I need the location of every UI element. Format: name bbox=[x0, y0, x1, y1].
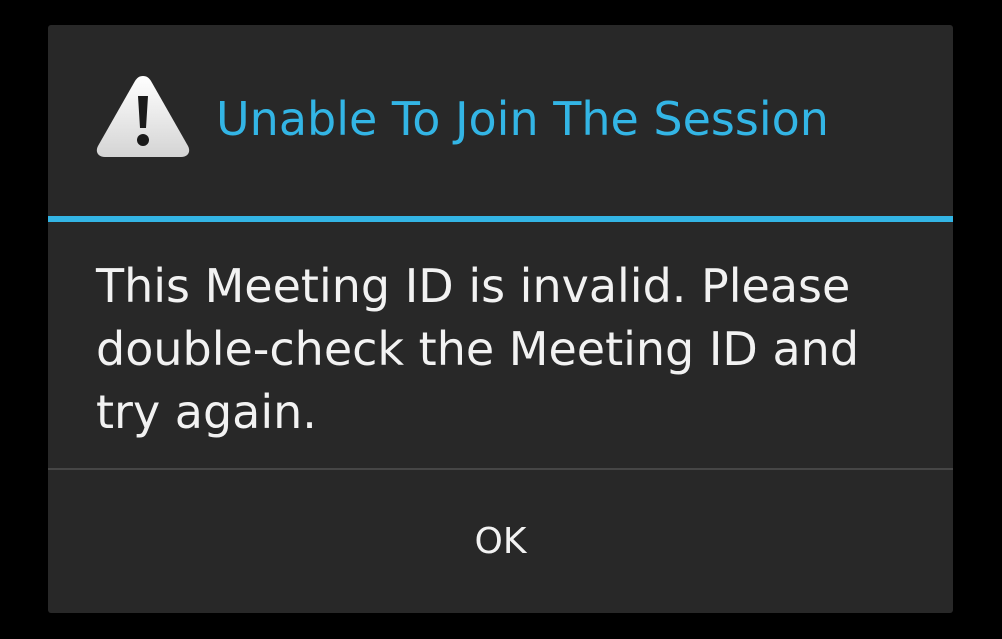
title-divider bbox=[48, 216, 953, 222]
dialog-message: This Meeting ID is invalid. Please doubl… bbox=[96, 259, 860, 439]
dialog-title: Unable To Join The Session bbox=[216, 92, 829, 146]
ok-button[interactable]: OK bbox=[48, 470, 953, 613]
dialog-header: Unable To Join The Session bbox=[48, 25, 953, 216]
warning-icon bbox=[95, 72, 191, 160]
error-dialog: Unable To Join The Session This Meeting … bbox=[48, 25, 953, 613]
